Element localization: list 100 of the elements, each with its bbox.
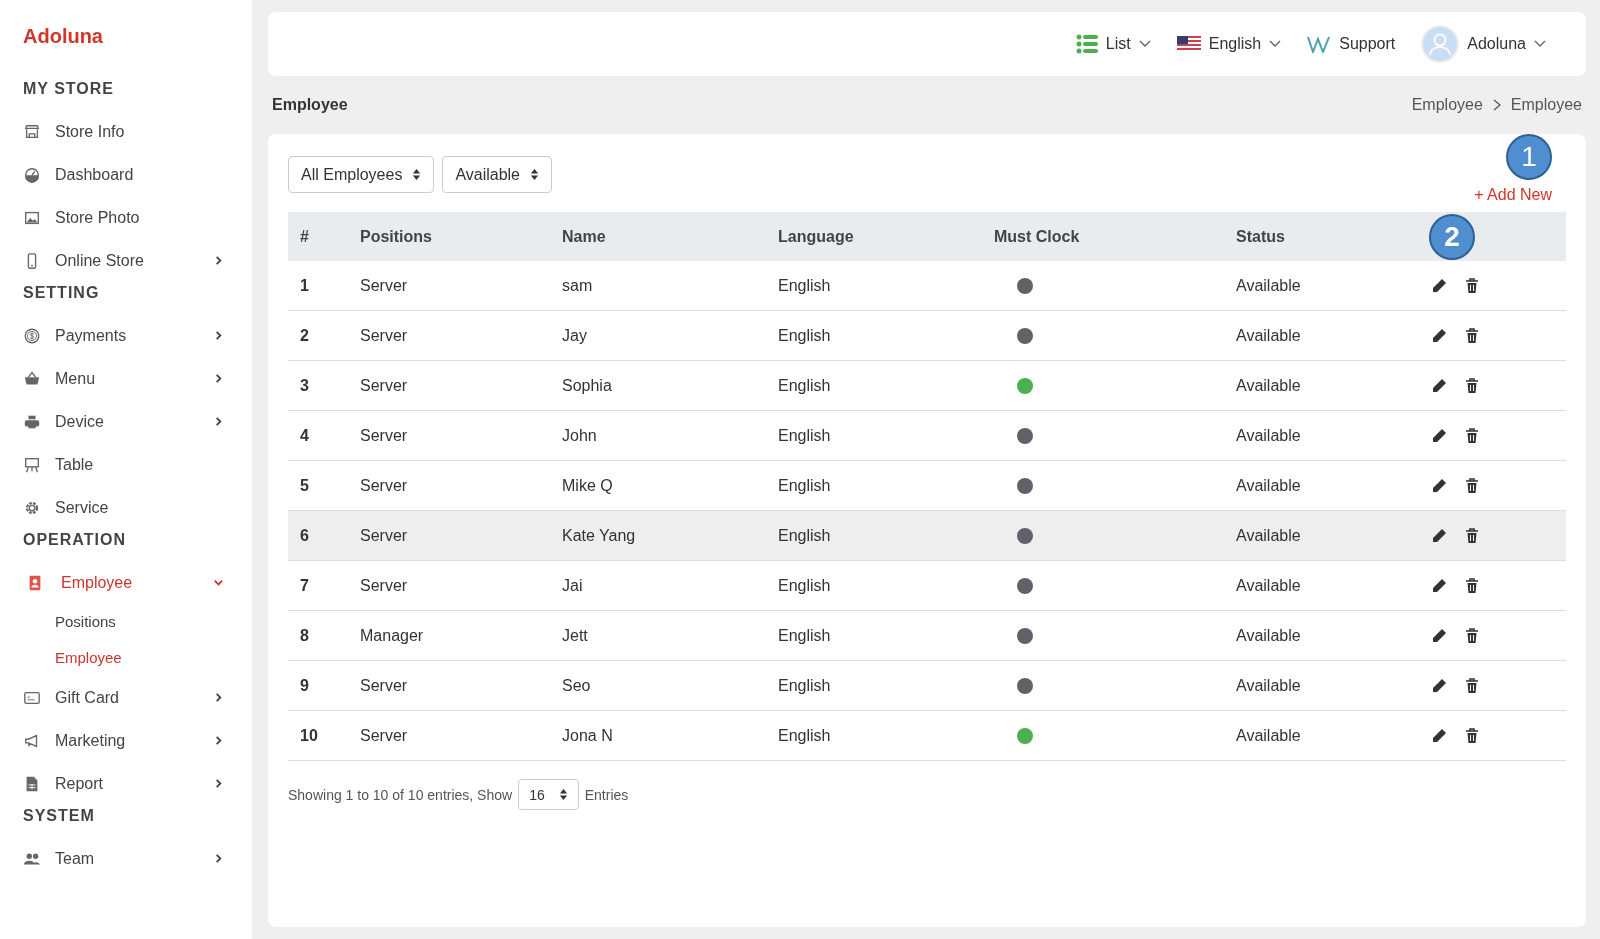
edit-pencil-icon[interactable] [1431,728,1447,745]
table-cell: Server [359,660,561,711]
table-row[interactable]: 3 Server Sophia English Available [288,360,1566,411]
table-cell: Jett [561,610,777,661]
user-menu[interactable]: Adoluna [1421,25,1546,63]
edit-pencil-icon[interactable] [1431,528,1447,545]
edit-pencil-icon[interactable] [1431,678,1447,695]
table-cell: Server [359,261,561,311]
section-heading: SETTING [23,284,101,302]
column-header: Name [561,212,777,261]
edit-pencil-icon[interactable] [1431,378,1447,395]
delete-trash-icon[interactable] [1465,328,1479,345]
edit-pencil-icon[interactable] [1431,478,1447,495]
callout-marker: 1 [1506,134,1552,180]
filter-dropdown[interactable]: All Employees [288,156,435,193]
callout-marker: 2 [1429,214,1475,260]
breadcrumb-separator-icon [1492,99,1501,111]
sidebar-item[interactable]: Dashboard [23,153,252,196]
table-cell: John [561,410,777,461]
sidebar-item[interactable]: Store Photo [23,196,252,239]
edit-pencil-icon[interactable] [1431,628,1447,645]
sort-arrows-icon [412,168,422,181]
sort-arrows-icon [530,168,539,181]
table-row[interactable]: 7 Server Jai English Available [288,560,1566,611]
avatar-icon [1421,25,1460,63]
edit-pencil-icon[interactable] [1431,428,1447,445]
column-header: Status [1235,212,1427,261]
table-row[interactable]: 1 Server sam English Available [288,261,1566,311]
edit-pencil-icon[interactable] [1431,278,1447,295]
sidebar-item[interactable]: Device [23,400,252,443]
delete-trash-icon[interactable] [1465,528,1479,545]
delete-trash-icon[interactable] [1465,378,1479,395]
brand-logo[interactable]: Adoluna [23,0,252,78]
page-size-dropdown[interactable]: 16 [518,779,579,810]
list-icon [1075,34,1098,54]
table-cell: Available [1235,560,1427,611]
sidebar-item[interactable]: Marketing [23,719,252,762]
column-header: Must Clock [993,212,1235,261]
table-row[interactable]: 4 Server John English Available [288,410,1566,461]
delete-trash-icon[interactable] [1465,428,1479,445]
table-row[interactable]: 9 Server Seo English Available [288,660,1566,711]
sidebar-item[interactable]: Gift Card [23,676,252,719]
delete-trash-icon[interactable] [1465,628,1479,645]
column-header: # [288,212,359,261]
table-cell: English [777,310,993,361]
support-link[interactable]: Support [1307,35,1396,53]
table-cell: Jay [561,310,777,361]
row-number: 2 [288,310,359,361]
sidebar-item[interactable]: Table [23,443,252,486]
table-row[interactable]: 2 Server Jay English Available [288,310,1566,361]
entries-label: Entries [584,786,629,803]
language-dropdown[interactable]: English [1176,35,1282,53]
w-logo-icon [1307,35,1332,53]
coin-icon [23,326,41,345]
row-number: 5 [288,460,359,511]
delete-trash-icon[interactable] [1465,478,1479,495]
row-number: 7 [288,560,359,611]
table-cell: Server [359,410,561,461]
table-cell: Available [1235,410,1427,461]
sidebar-item[interactable]: Menu [23,357,252,400]
submenu-item[interactable]: Positions [23,604,252,640]
caret-icon [1534,40,1546,48]
table-cell: English [777,360,993,411]
sidebar-item[interactable]: Report [23,762,252,805]
table-row[interactable]: 10 Server Jona N English Available [288,710,1566,761]
delete-trash-icon[interactable] [1465,678,1479,695]
table-cell: Server [359,710,561,761]
sidebar-item[interactable]: Payments [23,314,252,357]
table-cell: Kate Yang [561,510,777,561]
sidebar-item[interactable]: Team [23,837,252,880]
view-dropdown[interactable]: List [1075,34,1151,54]
table-cell: English [777,710,993,761]
section-heading: OPERATION [23,531,127,549]
filter-dropdown[interactable]: Available [442,156,552,193]
gauge-icon [23,165,41,184]
delete-trash-icon[interactable] [1465,278,1479,295]
table-row[interactable]: 6 Server Kate Yang English Available [288,510,1566,561]
table-cell: Jai [561,560,777,611]
sidebar-item[interactable]: Service [23,486,252,529]
table-row[interactable]: 5 Server Mike Q English Available [288,460,1566,511]
table-cell: Seo [561,660,777,711]
sidebar-item[interactable]: Online Store [23,239,252,282]
delete-trash-icon[interactable] [1465,728,1479,745]
table-row[interactable]: 8 Manager Jett English Available [288,610,1566,661]
table-cell: Server [359,460,561,511]
easel-icon [23,455,41,474]
sidebar-item[interactable]: Employee [23,561,252,604]
delete-trash-icon[interactable] [1465,578,1479,595]
submenu-item[interactable]: Employee [23,640,252,676]
add-new-link[interactable]: + Add New [1474,186,1552,203]
table-cell: English [777,660,993,711]
table-cell: Server [359,560,561,611]
breadcrumb-link[interactable]: Employee [1411,96,1483,114]
row-number: 9 [288,660,359,711]
store-icon [23,122,41,141]
breadcrumb-link[interactable]: Employee [1510,96,1582,114]
edit-pencil-icon[interactable] [1431,328,1447,345]
sidebar-item[interactable]: Store Info [23,110,252,153]
caret-icon [1138,40,1151,48]
edit-pencil-icon[interactable] [1431,578,1447,595]
